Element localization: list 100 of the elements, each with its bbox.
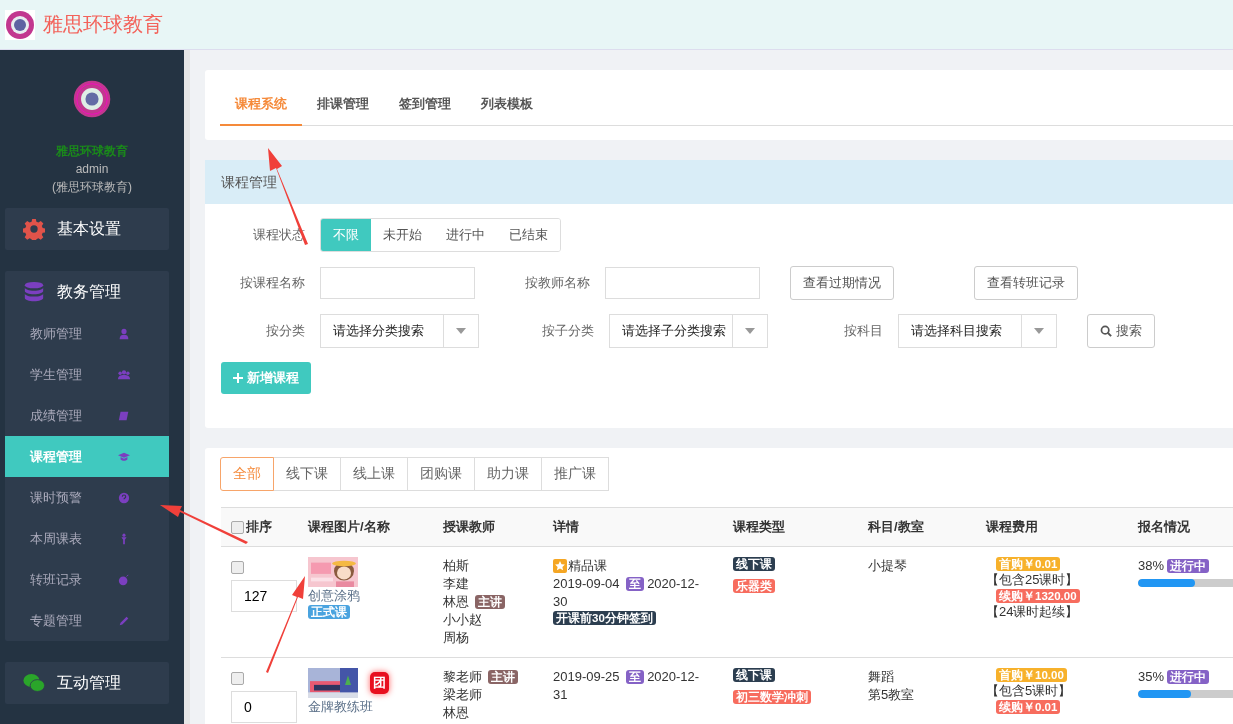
enroll-percent: 38% [1138, 557, 1165, 575]
renew-price: 续购￥1320.00 [996, 589, 1080, 603]
subject-text: 小提琴 [868, 557, 907, 575]
caret-icon [456, 328, 466, 334]
person-icon [118, 327, 130, 340]
tab[interactable]: 排课管理 [302, 88, 384, 126]
teacher-name: 林恩 [443, 704, 469, 722]
course-type-tag: 乐器类 [733, 579, 775, 593]
app-title: 雅思环球教育 [43, 12, 163, 37]
question-icon [118, 491, 130, 504]
enroll-percent: 35% [1138, 668, 1165, 686]
date-range: 2019-09-04 至 2020-12- 30 [553, 575, 701, 611]
database-icon [23, 281, 45, 303]
lead-tag: 主讲 [488, 670, 518, 684]
course-name[interactable]: 创意涂鸦 [308, 587, 360, 605]
column-header: 授课教师 [443, 518, 495, 536]
lesson-count: 【包含5课时】 [986, 682, 1072, 700]
teacher-name: 李建 [443, 575, 469, 593]
org-note: (雅思环球教育) [52, 179, 132, 196]
column-header: 详情 [553, 518, 579, 536]
column-header: 课程图片/名称 [308, 518, 390, 536]
checkbox[interactable] [231, 520, 244, 534]
teacher-name: 黎老师 [443, 668, 482, 686]
course-type-tag: 线下课 [733, 557, 775, 571]
org-name: 雅思环球教育 [56, 143, 128, 160]
lesson-count: 【包含25课时】 [986, 571, 1079, 589]
caret-icon [1034, 328, 1044, 334]
menu-group-header[interactable]: 互动管理 [5, 662, 169, 704]
teacher-name: 小小赵 [443, 611, 482, 629]
premium-label: 精品课 [568, 557, 607, 575]
menu-group-header[interactable]: 基本设置 [5, 208, 169, 250]
menu-item[interactable]: 转班记录 [5, 559, 169, 600]
tab[interactable]: 签到管理 [384, 88, 466, 126]
teacher-name: 林恩 [443, 593, 469, 611]
field-label: 按子分类 [541, 322, 595, 340]
user-name: admin [75, 161, 109, 178]
tab[interactable]: 列表模板 [466, 88, 548, 126]
filter-tab[interactable]: 线上课 [340, 457, 408, 491]
renew-price: 续购￥0.01 [996, 700, 1061, 714]
sort-field[interactable]: 0 [231, 691, 297, 723]
column-header: 报名情况 [1138, 518, 1190, 536]
menu-item[interactable]: 本周课表 [5, 518, 169, 559]
caret-icon [745, 328, 755, 334]
field-label: 按教师名称 [524, 274, 591, 292]
column-header: 排序 [246, 518, 272, 536]
menu-item[interactable]: 专题管理 [5, 600, 169, 641]
menu-item[interactable]: 教师管理 [5, 313, 169, 354]
transfer-button[interactable]: 查看转班记录 [974, 266, 1078, 300]
menu-item[interactable]: 学生管理 [5, 354, 169, 395]
column-header: 课程费用 [986, 518, 1038, 536]
panel-title: 课程管理 [205, 160, 1233, 204]
subject-text: 第5教室 [868, 686, 915, 704]
subject-text: 舞蹈 [868, 668, 894, 686]
status-tag: 进行中 [1167, 670, 1210, 684]
checkbox[interactable] [231, 672, 244, 685]
menu-item[interactable]: 成绩管理 [5, 395, 169, 436]
course-tag: 正式课 [308, 605, 350, 619]
graduation-cap-icon [118, 450, 130, 463]
gear-icon [23, 218, 45, 240]
dropdown[interactable]: 请选择子分类搜索 [609, 314, 768, 348]
teacher-name: 梁老师 [443, 686, 482, 704]
field-label: 按分类 [265, 322, 306, 340]
group-buy-badge: 团 [370, 672, 389, 694]
course-type-tag: 线下课 [733, 668, 775, 682]
dropdown[interactable]: 请选择分类搜索 [320, 314, 479, 348]
sort-field[interactable]: 127 [231, 580, 297, 612]
logo-icon [5, 9, 35, 40]
field-label: 按科目 [843, 322, 884, 340]
pencil-icon [118, 614, 130, 627]
course-type-tag: 初三数学冲刺 [733, 690, 811, 704]
course-name[interactable]: 金牌教练班 [308, 698, 373, 716]
date-range: 2019-09-25 至 2020-12- 31 [553, 668, 701, 704]
signin-tag: 开课前30分钟签到 [553, 611, 656, 625]
first-buy-price: 首购￥0.01 [996, 557, 1061, 571]
book-icon [118, 409, 130, 422]
bomb-icon [118, 573, 130, 586]
teacher-name: 柏斯 [443, 557, 469, 575]
filter-tab[interactable]: 助力课 [474, 457, 542, 491]
filter-tab[interactable]: 推广课 [541, 457, 609, 491]
filter-tab[interactable]: 团购课 [407, 457, 475, 491]
checkbox[interactable] [231, 561, 244, 574]
first-buy-price: 首购￥10.00 [996, 668, 1067, 682]
menu-group-header[interactable]: 教务管理 [5, 271, 169, 313]
column-header: 科目/教室 [868, 518, 924, 536]
expiry-button[interactable]: 查看过期情况 [790, 266, 894, 300]
status-tag: 进行中 [1167, 559, 1210, 573]
plus-icon [233, 373, 243, 383]
filter-tab[interactable]: 线下课 [273, 457, 341, 491]
teacher-name: 周杨 [443, 629, 469, 647]
input-field[interactable] [605, 267, 760, 299]
chat-icon [23, 672, 45, 694]
lead-tag: 主讲 [475, 595, 505, 609]
field-label: 按课程名称 [239, 274, 306, 292]
star-icon [553, 559, 567, 573]
search-icon [1100, 325, 1112, 337]
column-header: 课程类型 [733, 518, 785, 536]
renew-note: 【24课时起续】 [986, 603, 1079, 621]
search-button[interactable]: 搜索 [1087, 314, 1155, 348]
input-field[interactable] [320, 267, 475, 299]
dropdown[interactable]: 请选择科目搜索 [898, 314, 1057, 348]
